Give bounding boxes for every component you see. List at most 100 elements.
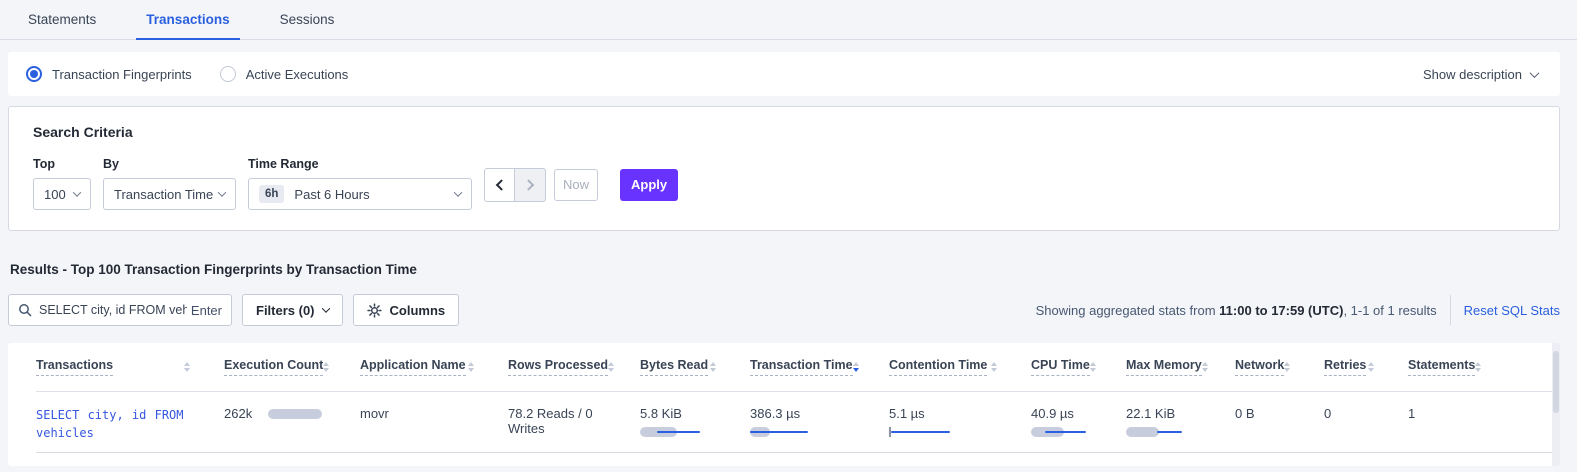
now-button[interactable]: Now: [554, 169, 598, 201]
column-header-transactions[interactable]: Transactions: [36, 358, 224, 376]
radio-active-executions[interactable]: Active Executions: [220, 66, 349, 82]
contention-time-value: 5.1 µs: [889, 406, 1011, 421]
page-tab-bar: Statements Transactions Sessions: [0, 0, 1577, 40]
by-select[interactable]: Transaction Time: [103, 178, 236, 210]
cpu-time-value: 40.9 µs: [1031, 406, 1106, 421]
sort-icon[interactable]: [853, 362, 859, 373]
cell-contention-time: 5.1 µs: [889, 392, 1031, 452]
column-header-contention-time[interactable]: Contention Time: [889, 358, 1031, 376]
transactions-table: Transactions Execution Count Application…: [8, 343, 1560, 466]
retries-value: 0: [1324, 406, 1331, 421]
column-header-rows-processed[interactable]: Rows Processed: [508, 358, 640, 376]
column-header-application-name[interactable]: Application Name: [360, 358, 508, 376]
previous-time-window-button[interactable]: [484, 168, 515, 202]
top-select[interactable]: 100: [33, 178, 91, 210]
results-heading: Results - Top 100 Transaction Fingerprin…: [10, 262, 1560, 277]
execution-count-value: 262k: [224, 406, 252, 421]
radio-transaction-fingerprints[interactable]: Transaction Fingerprints: [26, 66, 192, 82]
time-range-value: Past 6 Hours: [294, 187, 369, 202]
gear-icon: [367, 303, 382, 318]
network-value: 0 B: [1235, 406, 1255, 421]
table-scrollbar-track: [1552, 343, 1560, 466]
cell-execution-count: 262k: [224, 392, 360, 452]
cell-max-memory: 22.1 KiB: [1126, 392, 1235, 452]
search-submit-enter[interactable]: Enter: [191, 303, 222, 318]
radio-label: Transaction Fingerprints: [52, 67, 192, 82]
by-label: By: [103, 157, 236, 171]
transaction-time-bar: [750, 427, 830, 437]
search-input[interactable]: [39, 303, 187, 317]
sort-icon[interactable]: [1368, 362, 1374, 373]
cell-cpu-time: 40.9 µs: [1031, 392, 1126, 452]
column-header-cpu-time[interactable]: CPU Time: [1031, 358, 1126, 376]
columns-button[interactable]: Columns: [353, 294, 460, 326]
sort-icon[interactable]: [710, 362, 716, 373]
cell-retries: 0: [1324, 392, 1408, 452]
cpu-time-bar: [1031, 427, 1111, 437]
reset-sql-stats-link[interactable]: Reset SQL Stats: [1464, 303, 1560, 318]
sort-icon[interactable]: [184, 362, 190, 373]
max-memory-value: 22.1 KiB: [1126, 406, 1215, 421]
column-header-network[interactable]: Network: [1235, 358, 1324, 376]
rows-processed-value: 78.2 Reads / 0 Writes: [508, 406, 593, 436]
table-scrollbar-thumb[interactable]: [1553, 351, 1559, 413]
chevron-down-icon: [1530, 68, 1540, 78]
by-field: By Transaction Time: [103, 157, 236, 210]
tab-transactions[interactable]: Transactions: [142, 12, 233, 39]
column-header-max-memory[interactable]: Max Memory: [1126, 358, 1235, 376]
column-header-transaction-time[interactable]: Transaction Time: [750, 358, 889, 376]
sort-icon[interactable]: [1475, 362, 1481, 373]
sort-icon[interactable]: [1284, 362, 1290, 373]
column-header-retries[interactable]: Retries: [1324, 358, 1408, 376]
cell-statements: 1: [1408, 392, 1508, 452]
column-header-execution-count[interactable]: Execution Count: [224, 358, 360, 376]
chevron-down-icon: [321, 304, 329, 312]
search-box[interactable]: Enter: [8, 294, 232, 326]
top-field: Top 100: [33, 157, 91, 210]
apply-button[interactable]: Apply: [620, 169, 678, 201]
next-time-window-button[interactable]: [515, 168, 546, 202]
filters-button[interactable]: Filters (0): [242, 294, 343, 326]
cell-transaction-time: 386.3 µs: [750, 392, 889, 452]
time-range-pager: [484, 168, 546, 202]
sort-icon[interactable]: [608, 362, 614, 373]
sort-icon[interactable]: [1202, 362, 1208, 373]
transaction-time-value: 386.3 µs: [750, 406, 869, 421]
results-controls-row: Enter Filters (0) Columns Showing aggreg…: [8, 294, 1560, 326]
search-criteria-panel: Search Criteria Top 100 By Transaction T…: [8, 106, 1560, 231]
by-select-value: Transaction Time: [114, 187, 213, 202]
radio-selected-icon: [26, 66, 42, 82]
column-header-bytes-read[interactable]: Bytes Read: [640, 358, 750, 376]
search-icon: [18, 303, 32, 317]
chevron-left-icon: [495, 179, 506, 190]
show-description-toggle[interactable]: Show description: [1423, 67, 1542, 82]
columns-label: Columns: [390, 303, 446, 318]
radio-unselected-icon: [220, 66, 236, 82]
tab-sessions[interactable]: Sessions: [276, 12, 339, 39]
stats-group: Showing aggregated stats from 11:00 to 1…: [1036, 295, 1560, 325]
sort-icon[interactable]: [991, 362, 997, 373]
application-name-value: movr: [360, 406, 389, 421]
time-range-select[interactable]: 6h Past 6 Hours: [248, 178, 472, 210]
filters-label: Filters (0): [256, 303, 315, 318]
table-header-row: Transactions Execution Count Application…: [36, 343, 1560, 392]
cell-network: 0 B: [1235, 392, 1324, 452]
statements-value: 1: [1408, 406, 1415, 421]
aggregated-stats-text: Showing aggregated stats from 11:00 to 1…: [1036, 303, 1437, 318]
sort-icon[interactable]: [468, 362, 474, 373]
chevron-down-icon: [454, 188, 462, 196]
cell-transaction-fingerprint: SELECT city, id FROM vehicles: [36, 392, 224, 452]
column-header-statements[interactable]: Statements: [1408, 358, 1508, 376]
execution-count-bar: [268, 409, 322, 419]
search-criteria-title: Search Criteria: [33, 124, 1535, 140]
view-toggle-panel: Transaction Fingerprints Active Executio…: [8, 52, 1560, 96]
bytes-read-bar: [640, 427, 720, 437]
sort-icon[interactable]: [323, 362, 329, 373]
show-description-label: Show description: [1423, 67, 1522, 82]
chevron-right-icon: [523, 179, 534, 190]
cell-bytes-read: 5.8 KiB: [640, 392, 750, 452]
transaction-sql-link[interactable]: SELECT city, id FROM vehicles: [36, 406, 196, 442]
tab-statements[interactable]: Statements: [24, 12, 100, 39]
sort-icon[interactable]: [1090, 362, 1096, 373]
table-row: SELECT city, id FROM vehicles 262k movr …: [36, 392, 1560, 453]
